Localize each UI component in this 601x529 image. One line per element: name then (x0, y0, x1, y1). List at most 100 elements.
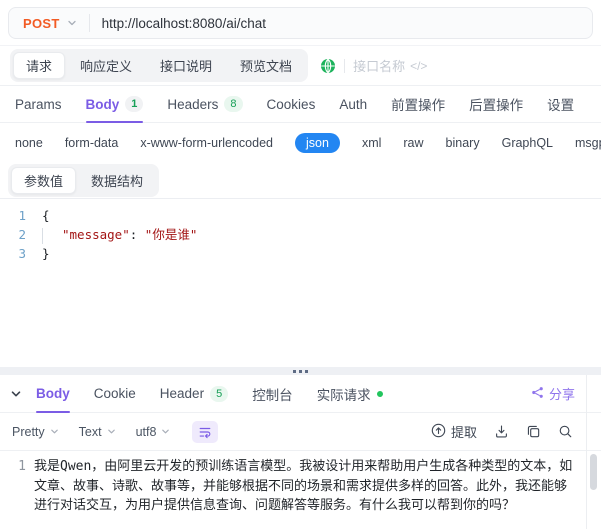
tab-response-cookie[interactable]: Cookie (94, 375, 136, 412)
tab-headers[interactable]: Headers 8 (167, 86, 243, 122)
line-number: 3 (18, 246, 26, 261)
tab-response-body-label: Body (36, 386, 70, 401)
body-type-graphql[interactable]: GraphQL (502, 136, 553, 150)
response-tabs: Body Cookie Header 5 控制台 实际请求 (36, 375, 383, 413)
method-label: POST (23, 15, 60, 31)
json-body-editor[interactable]: 1 { 2 "message": "你是谁" 3 } (0, 199, 601, 367)
tab-cookies[interactable]: Cookies (267, 86, 316, 122)
tab-pre-operations[interactable]: 前置操作 (391, 86, 445, 122)
body-count-badge: 1 (125, 96, 144, 112)
word-wrap-icon[interactable] (192, 420, 219, 443)
copy-icon[interactable] (526, 424, 541, 439)
panel-resize-handle[interactable] (0, 367, 601, 375)
extract-icon (431, 423, 446, 441)
response-body-viewer: 1 我是Qwen，由阿里云开发的预训练语言模型。我被设计用来帮助用户生成各种类型… (0, 451, 601, 529)
editor-line-content: } (42, 246, 50, 261)
json-key: "message" (62, 227, 130, 242)
body-type-form-data[interactable]: form-data (65, 136, 119, 150)
tab-headers-label: Headers (167, 96, 219, 112)
tab-response-body[interactable]: Body (36, 375, 70, 413)
api-client-window: POST 请求 响应定义 接口说明 预览文档 接口名称 </> (0, 0, 601, 529)
format-select-label: Pretty (12, 424, 45, 439)
search-icon[interactable] (558, 424, 573, 439)
tab-response-cookie-label: Cookie (93, 386, 136, 401)
share-icon (531, 386, 544, 402)
response-tabs-row: Body Cookie Header 5 控制台 实际请求 分享 (0, 375, 601, 413)
tab-data-schema[interactable]: 数据结构 (78, 167, 156, 194)
format-select[interactable]: Pretty (12, 425, 59, 439)
extract-label: 提取 (450, 425, 477, 440)
divider (344, 58, 346, 73)
tab-settings[interactable]: 设置 (547, 86, 574, 122)
chevron-down-icon (50, 427, 59, 436)
body-type-json[interactable]: json (295, 132, 340, 153)
response-text: 我是Qwen，由阿里云开发的预训练语言模型。我被设计用来帮助用户生成各种类型的文… (34, 459, 573, 513)
body-type-binary[interactable]: binary (446, 136, 480, 150)
tab-body[interactable]: Body 1 (85, 86, 144, 123)
doc-tabs-row: 请求 响应定义 接口说明 预览文档 接口名称 </> (0, 46, 601, 86)
tab-response-header[interactable]: Header 5 (159, 375, 229, 412)
chevron-down-icon (107, 427, 116, 436)
share-label: 分享 (548, 387, 575, 402)
tab-auth-label: Auth (339, 96, 368, 112)
tab-cookies-label: Cookies (266, 96, 316, 112)
editor-line: 1 { (0, 206, 601, 225)
tab-post-operations[interactable]: 后置操作 (469, 86, 523, 122)
toolbar-actions: 提取 (431, 422, 573, 441)
editor-line-content: "message": "你是谁" (30, 225, 197, 244)
request-tabs-row: Params Body 1 Headers 8 Cookies Auth 前置操… (0, 86, 601, 123)
view-mode-select[interactable]: Text (79, 425, 116, 439)
tab-params[interactable]: Params (15, 86, 62, 122)
scrollbar-thumb[interactable] (590, 454, 597, 490)
tab-auth[interactable]: Auth (339, 86, 367, 122)
response-line-number: 1 (18, 459, 26, 474)
body-type-row: none form-data x-www-form-urlencoded jso… (0, 123, 601, 162)
tab-body-label: Body (85, 96, 120, 112)
tab-settings-label: 设置 (547, 98, 575, 113)
json-separator: : (129, 227, 145, 242)
body-type-raw[interactable]: raw (403, 136, 423, 150)
tab-preview-doc[interactable]: 预览文档 (227, 52, 305, 79)
tab-pre-operations-label: 前置操作 (391, 98, 446, 113)
share-button[interactable]: 分享 (531, 384, 575, 403)
doc-tabs-segment: 请求 响应定义 接口说明 预览文档 (10, 49, 309, 82)
editor-line: 3 } (0, 244, 601, 263)
response-panel: Body Cookie Header 5 控制台 实际请求 分享 Pretty … (0, 375, 601, 529)
chevron-down-icon (161, 427, 170, 436)
encoding-select-label: utf8 (135, 424, 157, 439)
body-type-msgpack[interactable]: msgpack (575, 136, 601, 150)
encoding-select[interactable]: utf8 (136, 425, 171, 439)
download-icon[interactable] (494, 424, 509, 439)
body-type-none[interactable]: none (15, 136, 43, 150)
editor-line-content: { (42, 208, 50, 223)
tab-actual-request[interactable]: 实际请求 (317, 375, 383, 412)
headers-count-badge: 8 (224, 96, 243, 112)
tab-response-header-label: Header (159, 386, 205, 401)
endpoint-name-placeholder[interactable]: 接口名称 (353, 56, 405, 75)
code-glyph: </> (410, 58, 428, 73)
tab-console-label: 控制台 (252, 387, 293, 403)
param-view-row: 参数值 数据结构 (0, 162, 601, 199)
extract-button[interactable]: 提取 (431, 422, 477, 441)
line-number: 2 (18, 227, 26, 242)
json-value: "你是谁" (144, 227, 198, 242)
tab-request[interactable]: 请求 (13, 52, 66, 79)
tab-param-value[interactable]: 参数值 (11, 166, 77, 194)
collapse-panel-icon[interactable] (10, 388, 22, 400)
tab-console[interactable]: 控制台 (252, 375, 293, 412)
url-input[interactable] (89, 15, 592, 31)
method-select[interactable]: POST (9, 8, 89, 38)
response-toolbar: Pretty Text utf8 提取 (0, 413, 601, 451)
globe-icon[interactable] (320, 58, 336, 74)
editor-line: 2 "message": "你是谁" (0, 225, 601, 244)
body-type-urlencoded[interactable]: x-www-form-urlencoded (140, 136, 273, 150)
tab-params-label: Params (15, 96, 62, 112)
body-type-xml[interactable]: xml (362, 136, 381, 150)
tab-api-description[interactable]: 接口说明 (147, 52, 225, 79)
param-view-segment: 参数值 数据结构 (8, 163, 160, 197)
tab-post-operations-label: 后置操作 (469, 98, 524, 113)
url-bar: POST (8, 7, 593, 39)
tab-response-definition[interactable]: 响应定义 (67, 52, 145, 79)
view-mode-select-label: Text (78, 424, 102, 439)
header-count-badge: 5 (210, 385, 229, 402)
